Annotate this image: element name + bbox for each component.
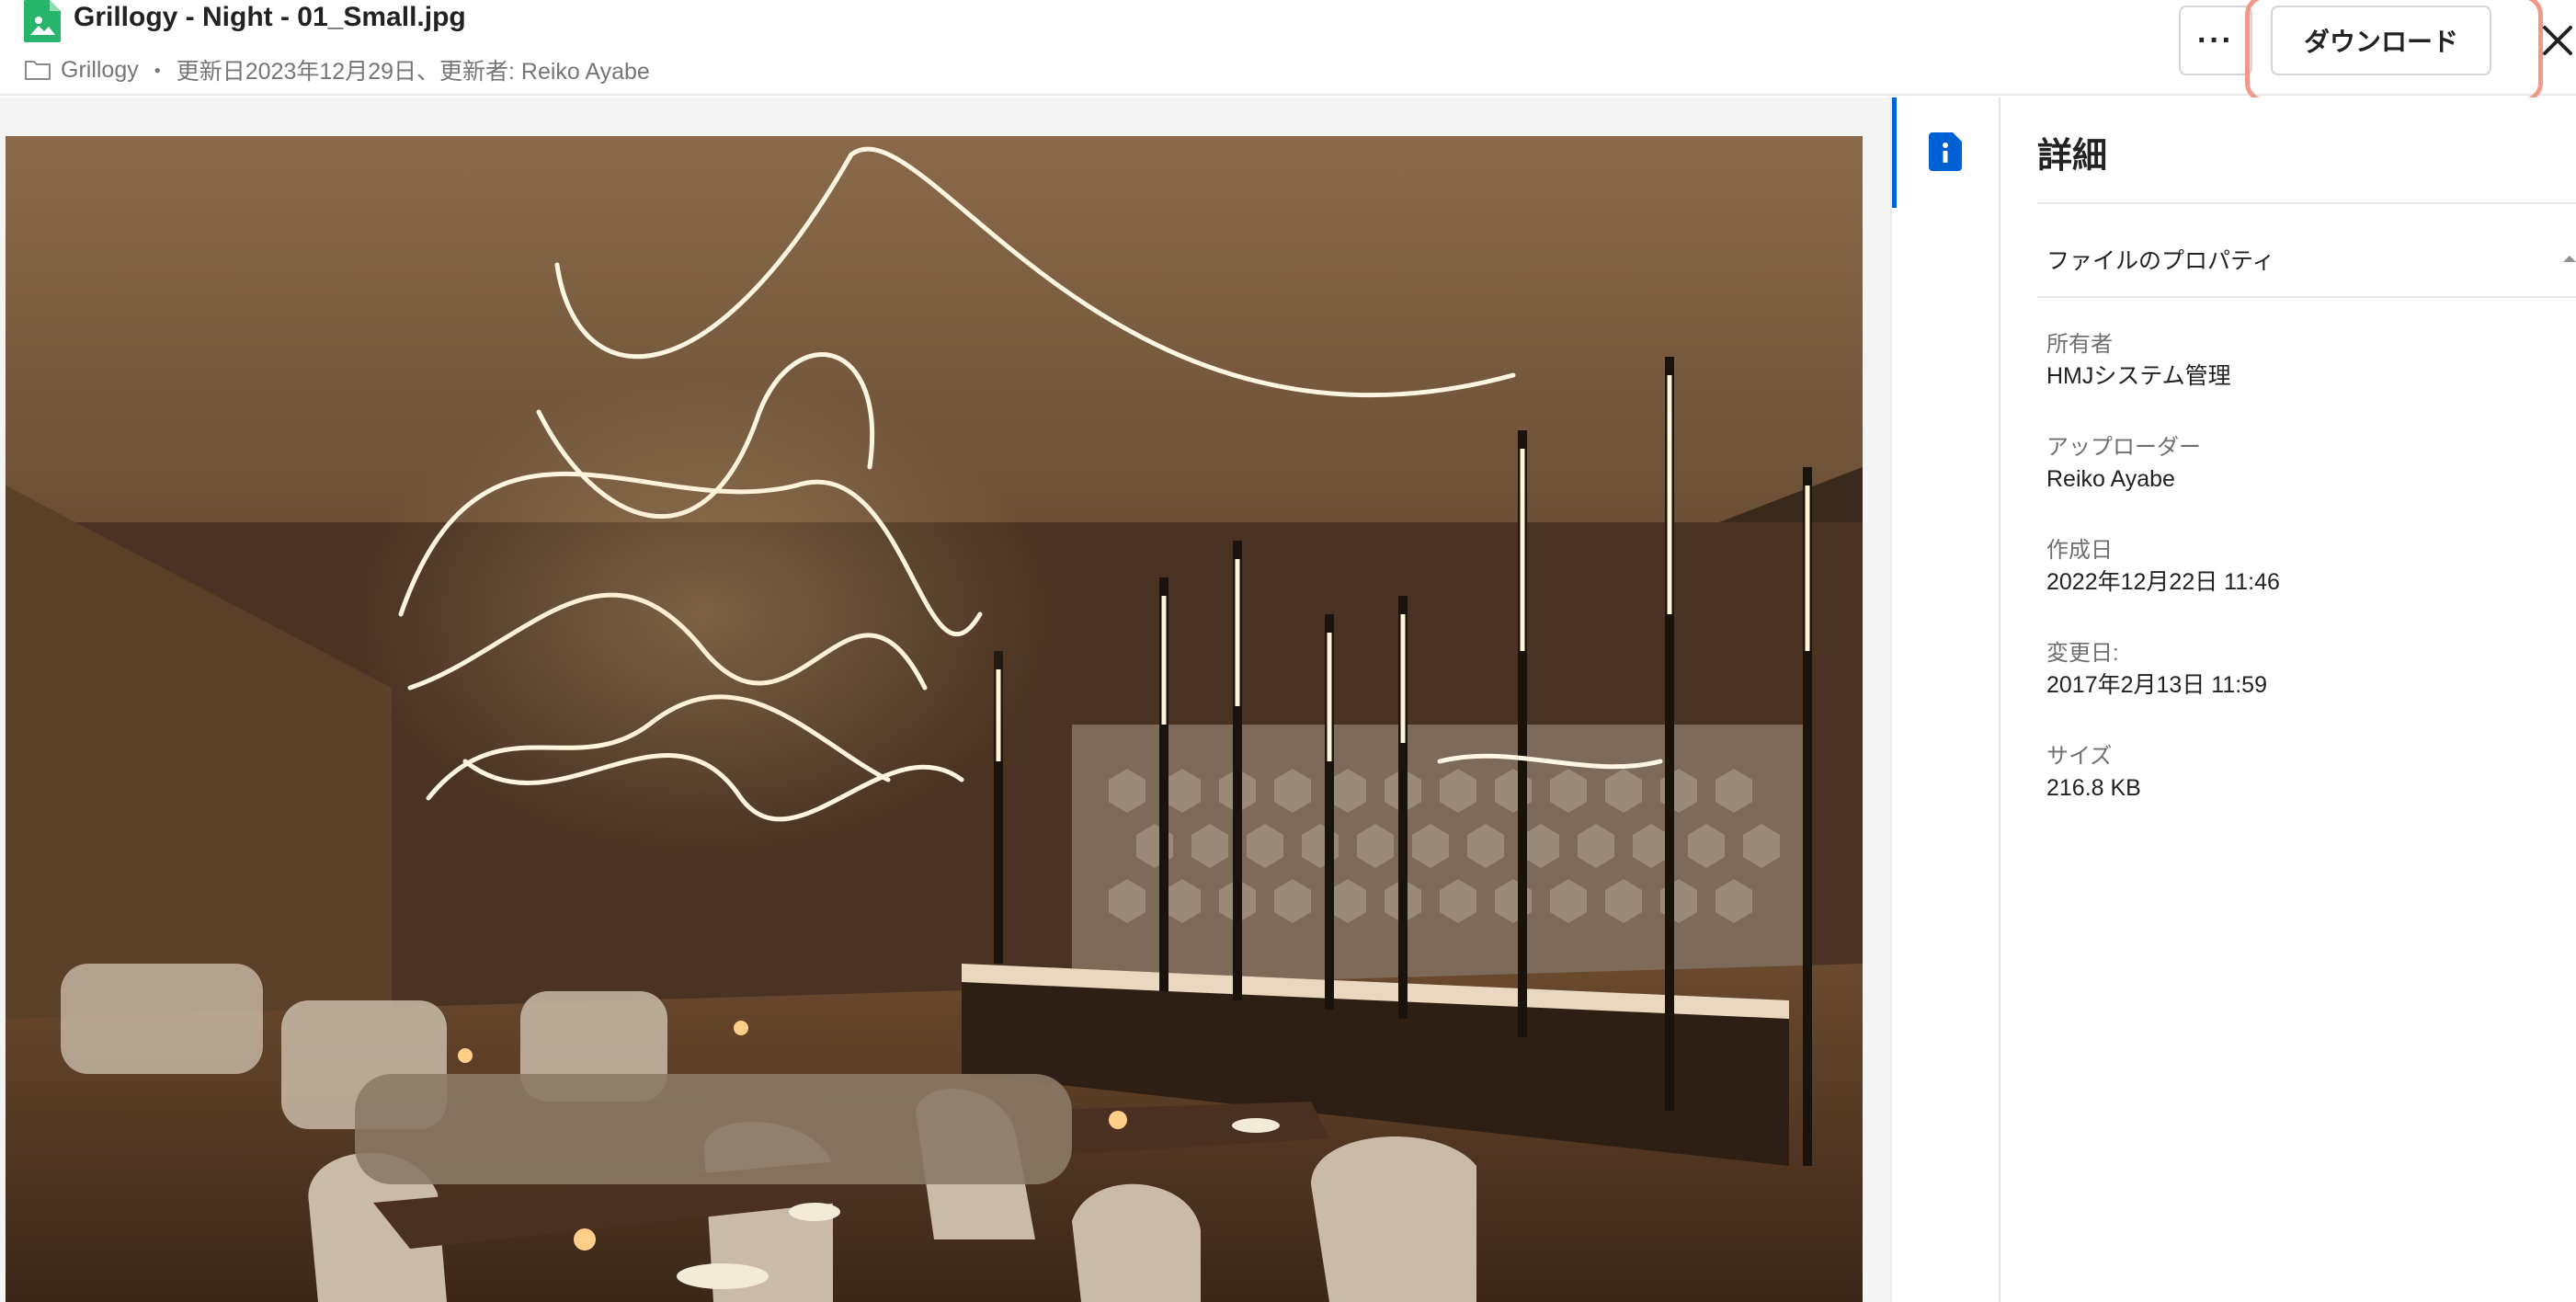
more-options-button[interactable]: ··· [2179,6,2252,75]
details-panel: 詳細 ファイルのプロパティ 所有者 HMJシステム管理 アップローダー Reik… [2002,97,2576,1302]
active-tab-indicator [1892,97,1897,208]
property-value: 2022年12月22日 11:46 [2046,569,2280,595]
folder-icon [25,61,51,80]
restaurant-photo [6,136,1863,1302]
breadcrumb-separator: ・ [145,59,169,85]
image-file-icon [24,0,61,42]
preview-header: Grillogy - Night - 01_Small.jpg Grillogy… [0,0,2576,103]
property-value: HMJシステム管理 [2046,363,2231,389]
sidebar-tab-rail [1890,97,2000,1302]
download-button[interactable]: ダウンロード [2271,6,2491,75]
property-label: アップローダー [2046,435,2201,460]
divider [2037,202,2576,204]
property-uploader: アップローダー Reiko Ayabe [2046,432,2561,495]
close-icon[interactable] [2539,17,2576,63]
property-modified: 変更日: 2017年2月13日 11:59 [2046,638,2561,701]
info-icon[interactable] [1929,132,1962,171]
modified-info: 更新日2023年12月29日、更新者: Reiko Ayabe [176,59,650,85]
property-owner: 所有者 HMJシステム管理 [2046,329,2561,392]
property-label: 作成日 [2046,538,2113,563]
property-size: サイズ 216.8 KB [2046,741,2561,804]
details-title: 詳細 [2037,137,2108,176]
file-name: Grillogy - Night - 01_Small.jpg [74,2,466,32]
property-value: Reiko Ayabe [2046,466,2175,492]
property-created: 作成日 2022年12月22日 11:46 [2046,535,2561,598]
property-value: 2017年2月13日 11:59 [2046,672,2267,698]
breadcrumb-folder-link[interactable]: Grillogy [61,57,139,84]
preview-area [0,97,1890,1302]
file-properties-toggle[interactable]: ファイルのプロパティ [2046,243,2275,276]
property-label: サイズ [2046,744,2113,769]
property-label: 所有者 [2046,332,2113,357]
property-value: 216.8 KB [2046,775,2141,801]
breadcrumb: Grillogy ・ 更新日2023年12月29日、更新者: Reiko Aya… [24,51,650,88]
caret-up-icon[interactable] [2563,256,2576,262]
divider [2037,296,2576,298]
property-label: 変更日: [2046,641,2119,666]
